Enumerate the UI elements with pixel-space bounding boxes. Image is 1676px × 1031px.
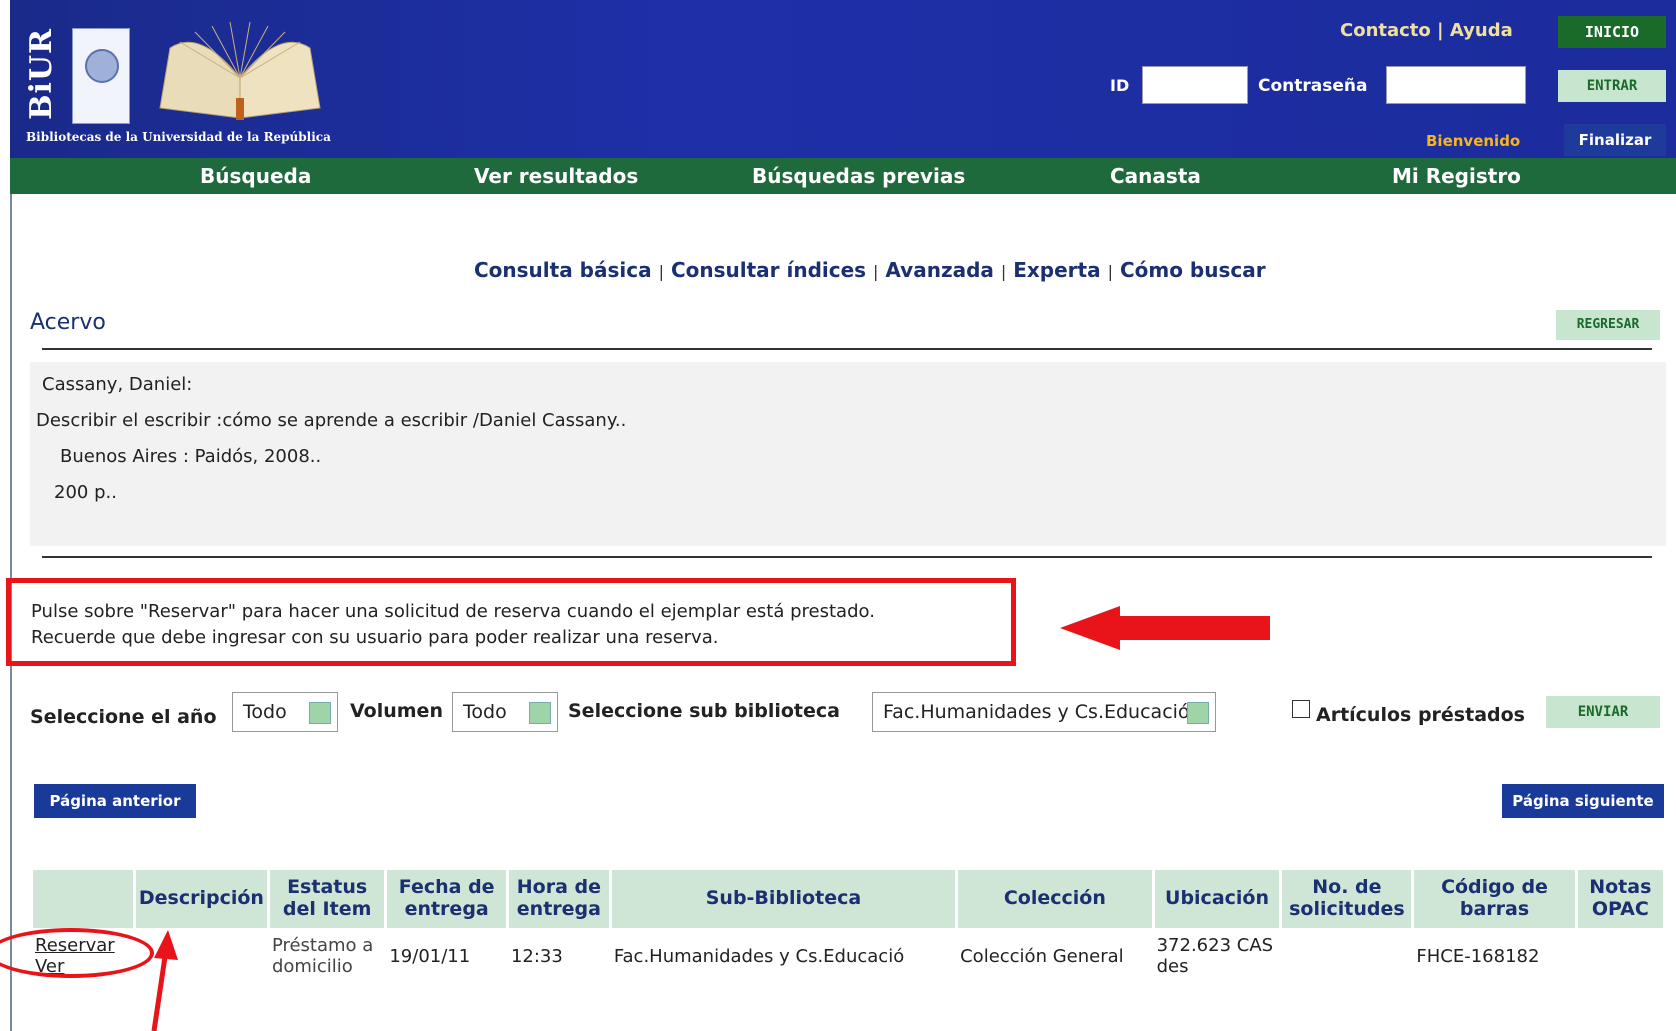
biur-logo[interactable]: BiUR bbox=[24, 28, 59, 120]
divider bbox=[42, 348, 1652, 350]
items-table: Descripción Estatus del Item Fecha de en… bbox=[30, 870, 1666, 986]
id-input[interactable] bbox=[1142, 66, 1248, 104]
cell-estatus: Préstamo a domicilio bbox=[271, 935, 374, 977]
nav-canasta[interactable]: Canasta bbox=[1110, 164, 1201, 188]
cell-solicitudes bbox=[1282, 928, 1411, 986]
link-experta[interactable]: Experta bbox=[1013, 258, 1100, 282]
red-arrow-icon bbox=[1060, 606, 1270, 650]
col-header-estatus: Estatus del Item bbox=[269, 870, 385, 928]
separator: | bbox=[1107, 262, 1113, 281]
inicio-button[interactable]: INICIO bbox=[1558, 16, 1666, 48]
loaned-articles-label: Artículos préstados bbox=[1316, 704, 1525, 726]
separator: | bbox=[658, 262, 664, 281]
university-name: Bibliotecas de la Universidad de la Repú… bbox=[26, 130, 331, 144]
sublibrary-select[interactable]: Fac.Humanidades y Cs.Educació bbox=[872, 692, 1216, 732]
divider bbox=[42, 556, 1652, 558]
col-header-actions bbox=[33, 870, 133, 928]
link-consulta-basica[interactable]: Consulta básica bbox=[474, 258, 652, 282]
link-consultar-indices[interactable]: Consultar índices bbox=[671, 258, 866, 282]
id-label: ID bbox=[1110, 76, 1130, 95]
next-page-button[interactable]: Página siguiente bbox=[1502, 784, 1664, 818]
notice-line-1: Pulse sobre "Reservar" para hacer una so… bbox=[31, 601, 875, 622]
volume-select[interactable]: Todo bbox=[452, 692, 558, 732]
col-header-ubicacion: Ubicación bbox=[1154, 870, 1280, 928]
sublibrary-label: Seleccione sub biblioteca bbox=[568, 700, 840, 722]
col-header-coleccion: Colección bbox=[958, 870, 1152, 928]
prev-page-button[interactable]: Página anterior bbox=[34, 784, 196, 818]
main-navbar: Búsqueda Ver resultados Búsquedas previa… bbox=[10, 158, 1676, 194]
enviar-button[interactable]: ENVIAR bbox=[1546, 696, 1660, 728]
year-select-value: Todo bbox=[243, 701, 287, 723]
cell-coleccion: Colección General bbox=[960, 945, 1124, 967]
cell-sub-biblioteca: Fac.Humanidades y Cs.Educació bbox=[613, 945, 905, 967]
col-header-hora: Hora de entrega bbox=[508, 870, 609, 928]
entrar-button[interactable]: ENTRAR bbox=[1558, 70, 1666, 102]
nav-ver-resultados[interactable]: Ver resultados bbox=[474, 164, 638, 188]
nav-mi-registro[interactable]: Mi Registro bbox=[1392, 164, 1521, 188]
separator: | bbox=[1000, 262, 1007, 281]
cell-fecha: 19/01/11 bbox=[389, 945, 471, 967]
table-row: Reservar Ver Préstamo a domicilio 19/01/… bbox=[33, 928, 1663, 986]
sublibrary-select-value: Fac.Humanidades y Cs.Educació bbox=[883, 701, 1190, 723]
table-header-row: Descripción Estatus del Item Fecha de en… bbox=[33, 870, 1663, 928]
chevron-down-icon bbox=[1187, 702, 1209, 724]
nav-busquedas-previas[interactable]: Búsquedas previas bbox=[752, 164, 965, 188]
col-header-solicitudes: No. de solicitudes bbox=[1282, 870, 1412, 928]
record-publisher: Buenos Aires : Paidós, 2008.. bbox=[60, 446, 322, 467]
volume-select-value: Todo bbox=[463, 701, 507, 723]
loaned-articles-checkbox[interactable] bbox=[1292, 700, 1310, 718]
university-crest-icon bbox=[72, 28, 130, 124]
record-pages: 200 p.. bbox=[54, 482, 117, 503]
notice-line-2: Recuerde que debe ingresar con su usuari… bbox=[31, 627, 719, 648]
open-book-icon bbox=[159, 21, 321, 120]
reservation-notice: Pulse sobre "Reservar" para hacer una so… bbox=[6, 578, 1016, 666]
record-details: Cassany, Daniel: Describir el escribir :… bbox=[30, 362, 1666, 546]
search-type-links: Consulta básica | Consultar índices | Av… bbox=[474, 258, 1266, 282]
nav-busqueda[interactable]: Búsqueda bbox=[200, 164, 311, 188]
chevron-down-icon bbox=[309, 702, 331, 724]
cell-ubicacion: 372.623 CAS des bbox=[1156, 935, 1274, 977]
page-title: Acervo bbox=[30, 310, 106, 335]
col-header-codigo: Código de barras bbox=[1414, 870, 1575, 928]
col-header-descripcion: Descripción bbox=[135, 870, 267, 928]
col-header-fecha: Fecha de entrega bbox=[387, 870, 506, 928]
col-header-sub-biblioteca: Sub-Biblioteca bbox=[611, 870, 956, 928]
site-header: BiUR Bibliotecas de la Universidad de la… bbox=[10, 0, 1676, 158]
year-label: Seleccione el año bbox=[30, 706, 217, 728]
finalizar-button[interactable]: Finalizar bbox=[1564, 124, 1666, 156]
regresar-button[interactable]: REGRESAR bbox=[1556, 310, 1660, 340]
volume-label: Volumen bbox=[350, 700, 443, 722]
password-input[interactable] bbox=[1386, 66, 1526, 104]
cell-hora: 12:33 bbox=[510, 945, 563, 967]
link-avanzada[interactable]: Avanzada bbox=[885, 258, 994, 282]
col-header-notas: Notas OPAC bbox=[1577, 870, 1663, 928]
record-author: Cassany, Daniel: bbox=[42, 374, 193, 395]
year-select[interactable]: Todo bbox=[232, 692, 338, 732]
separator: | bbox=[873, 262, 879, 281]
contact-help-links[interactable]: Contacto | Ayuda bbox=[1340, 20, 1513, 41]
red-pointer-arrow-icon bbox=[151, 930, 178, 1031]
chevron-down-icon bbox=[529, 702, 551, 724]
cell-codigo: FHCE-168182 bbox=[1416, 945, 1540, 967]
link-como-buscar[interactable]: Cómo buscar bbox=[1120, 258, 1266, 282]
password-label: Contraseña bbox=[1258, 76, 1368, 96]
record-title: Describir el escribir :cómo se aprende a… bbox=[36, 410, 627, 431]
cell-notas bbox=[1578, 928, 1663, 986]
welcome-text: Bienvenido bbox=[1426, 132, 1521, 150]
